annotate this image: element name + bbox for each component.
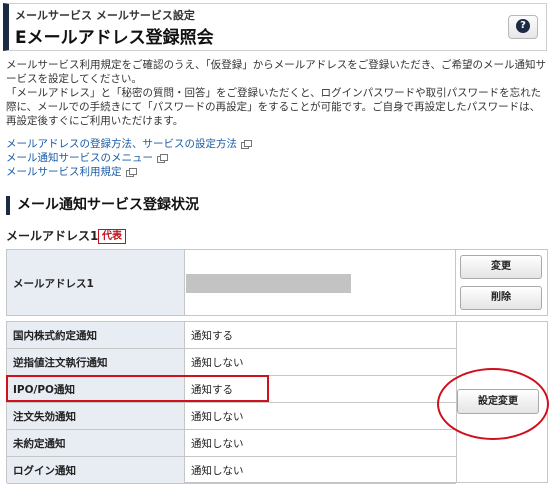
notification-name: 国内株式約定通知 bbox=[7, 322, 185, 348]
email-address-value-cell bbox=[186, 250, 456, 315]
email-address-label: メールアドレス1 bbox=[7, 250, 185, 315]
table-row: 逆指値注文執行通知 通知しない bbox=[7, 349, 456, 376]
question-circle-icon: ? bbox=[516, 19, 530, 33]
table-row: 国内株式約定通知 通知する bbox=[7, 322, 456, 349]
email-address-heading: メールアドレス1 bbox=[6, 229, 99, 243]
notification-name: 未約定通知 bbox=[7, 430, 185, 456]
notification-status: 通知しない bbox=[191, 411, 244, 423]
table-row: ログイン通知 通知しない bbox=[7, 457, 456, 484]
page-header: メールサービス メールサービス設定 Eメールアドレス登録照会 ? bbox=[3, 3, 547, 51]
notification-status: 通知する bbox=[191, 330, 233, 342]
page-title: Eメールアドレス登録照会 bbox=[15, 28, 214, 48]
email-address-table: メールアドレス1 変更 削除 bbox=[6, 249, 548, 316]
notification-name: 逆指値注文執行通知 bbox=[7, 349, 185, 375]
primary-badge: 代表 bbox=[98, 229, 126, 244]
masked-email-address bbox=[186, 274, 351, 293]
notification-name: ログイン通知 bbox=[7, 457, 185, 483]
link-registration-method[interactable]: メールアドレスの登録方法、サービスの設定方法 bbox=[6, 137, 252, 151]
external-link-icon bbox=[157, 154, 168, 163]
delete-button[interactable]: 削除 bbox=[460, 286, 542, 310]
external-link-icon bbox=[125, 168, 137, 177]
external-link-icon bbox=[241, 140, 252, 149]
notification-status: 通知しない bbox=[191, 438, 244, 450]
change-button-highlight bbox=[437, 368, 549, 440]
intro-paragraph-2: 「メールアドレス」と「秘密の質問・回答」をご登録いただくと、ログインパスワードや… bbox=[6, 87, 542, 127]
link-service-terms[interactable]: メールサービス利用規定 bbox=[6, 165, 137, 179]
notification-status: 通知しない bbox=[191, 357, 244, 369]
table-row: 未約定通知 通知しない bbox=[7, 430, 456, 457]
notification-status: 通知しない bbox=[191, 465, 244, 477]
link-label: メール通知サービスのメニュー bbox=[6, 152, 153, 164]
section-title: メール通知サービス登録状況 bbox=[6, 196, 199, 215]
help-button[interactable]: ? bbox=[508, 15, 538, 39]
intro-paragraph-1: メールサービス利用規定をご確認のうえ、「仮登録」からメールアドレスをご登録いただ… bbox=[6, 59, 547, 85]
breadcrumb: メールサービス メールサービス設定 bbox=[15, 9, 195, 22]
edit-button[interactable]: 変更 bbox=[460, 255, 542, 279]
ipo-row-highlight bbox=[6, 375, 269, 402]
link-label: メールサービス利用規定 bbox=[6, 166, 122, 178]
link-label: メールアドレスの登録方法、サービスの設定方法 bbox=[6, 138, 237, 150]
link-notification-menu[interactable]: メール通知サービスのメニュー bbox=[6, 151, 168, 165]
table-row: 注文失効通知 通知しない bbox=[7, 403, 456, 430]
notification-name: 注文失効通知 bbox=[7, 403, 185, 429]
